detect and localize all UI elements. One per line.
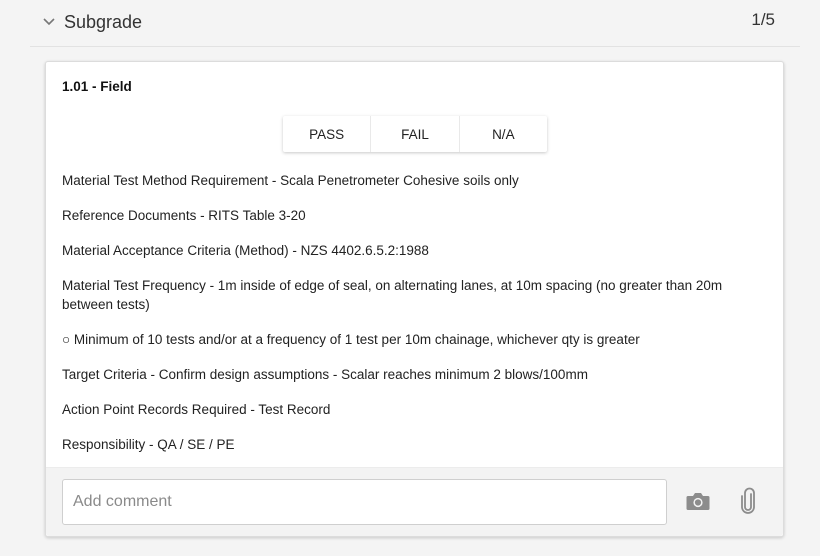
requirement-line: ○ Minimum of 10 tests and/or at a freque…	[62, 332, 640, 347]
paperclip-icon[interactable]	[734, 486, 762, 516]
section-header[interactable]: Subgrade 1/5	[30, 0, 800, 47]
comment-input[interactable]	[62, 479, 667, 525]
requirement-line: Responsibility - QA / SE / PE	[62, 437, 235, 452]
section-progress-count: 1/5	[751, 10, 775, 29]
requirement-line: Action Point Records Required - Test Rec…	[62, 402, 331, 417]
result-selector: PASS FAIL N/A	[283, 116, 547, 152]
item-description: Material Test Method Requirement - Scala…	[62, 171, 762, 470]
pass-button[interactable]: PASS	[283, 116, 370, 152]
chevron-down-icon[interactable]	[42, 17, 56, 27]
comment-bar	[46, 467, 783, 536]
section-title: Subgrade	[64, 12, 143, 32]
item-title: 1.01 - Field	[62, 79, 132, 94]
na-button[interactable]: N/A	[458, 116, 547, 152]
requirement-line: Reference Documents - RITS Table 3-20	[62, 208, 306, 223]
requirement-line: Material Test Method Requirement - Scala…	[62, 173, 519, 188]
camera-icon[interactable]	[684, 486, 712, 516]
checklist-item-card: 1.01 - Field PASS FAIL N/A Material Test…	[45, 61, 784, 537]
fail-button[interactable]: FAIL	[370, 116, 458, 152]
requirement-line: Target Criteria - Confirm design assumpt…	[62, 367, 588, 382]
requirement-line: Material Test Frequency - 1m inside of e…	[62, 278, 723, 312]
requirement-line: Material Acceptance Criteria (Method) - …	[62, 243, 429, 258]
